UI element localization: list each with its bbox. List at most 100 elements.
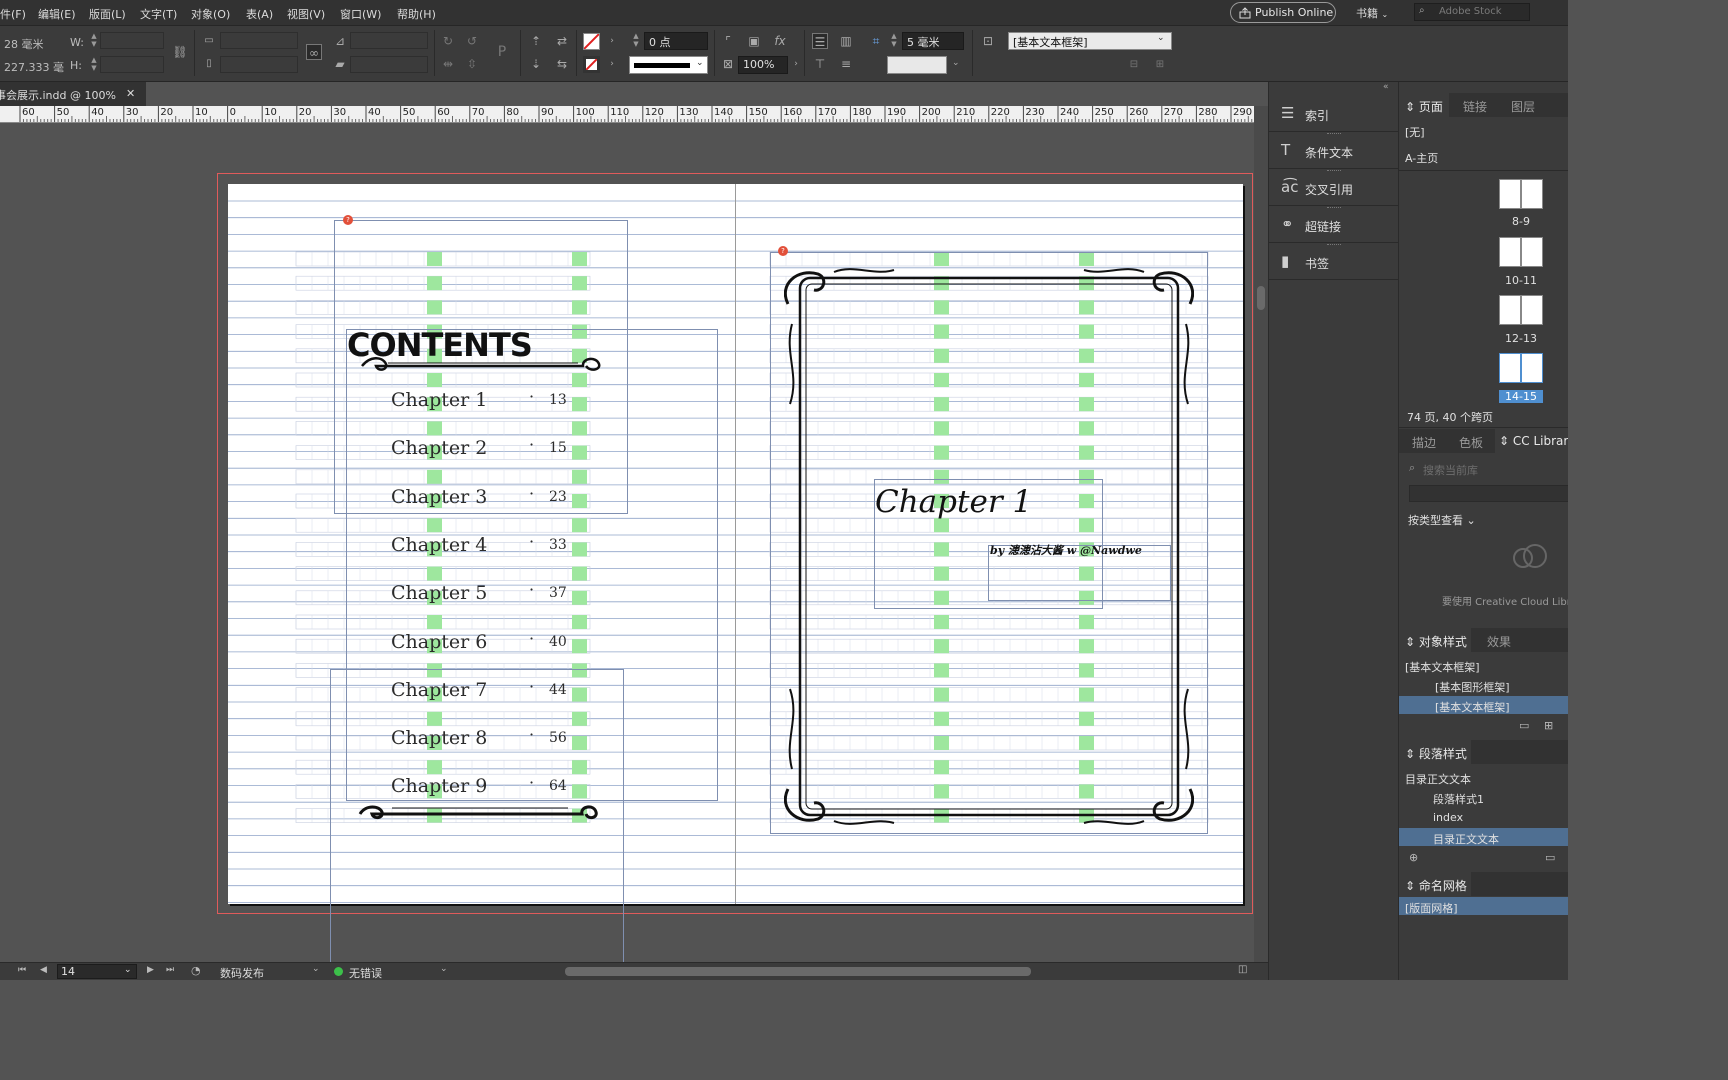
next-page-icon[interactable]: ▶ bbox=[147, 965, 154, 975]
page-thumbnail[interactable] bbox=[1499, 237, 1521, 267]
first-page-icon[interactable]: ⏮ bbox=[18, 965, 26, 975]
master-a[interactable]: A-主页 bbox=[1405, 150, 1438, 166]
tab-pages[interactable]: ⇕ 页面 bbox=[1405, 98, 1443, 115]
page-thumbnail[interactable] bbox=[1521, 179, 1543, 209]
menu-help[interactable]: 帮助(H) bbox=[397, 6, 436, 22]
tab-cc-libraries[interactable]: ⇕ CC Libraries bbox=[1499, 434, 1568, 448]
select-container-icon[interactable]: ⇡ bbox=[528, 33, 544, 49]
fill-menu-icon[interactable]: › bbox=[604, 33, 620, 49]
chevron-down-icon[interactable]: ⌄ bbox=[312, 964, 320, 974]
tab-stroke[interactable]: 描边 bbox=[1412, 434, 1436, 451]
new-style-icon[interactable]: ⊕ bbox=[1409, 851, 1418, 864]
toc-entry[interactable]: Chapter 8 · 56 bbox=[391, 725, 581, 753]
stroke-type-select[interactable]: ⌄ bbox=[629, 56, 708, 74]
toc-entry[interactable]: Chapter 9 · 64 bbox=[391, 773, 581, 801]
overset-marker[interactable]: ? bbox=[778, 246, 788, 256]
redefine-style-icon[interactable]: ⊞ bbox=[1152, 57, 1168, 73]
page-thumbnail[interactable] bbox=[1499, 295, 1521, 325]
overset-marker[interactable]: ? bbox=[343, 215, 353, 225]
text-frame-columns-icon[interactable]: ▥ bbox=[838, 33, 854, 49]
stroke-menu-icon[interactable]: › bbox=[604, 56, 620, 72]
workspace-switcher[interactable]: 书籍 ⌄ bbox=[1356, 5, 1388, 21]
chapter-byline[interactable]: by 漶漶沾大酱 w @Nawdwe bbox=[990, 542, 1142, 558]
gutter-field[interactable]: 5 毫米 bbox=[902, 32, 964, 50]
tab-object-styles[interactable]: ⇕ 对象样式 bbox=[1405, 633, 1467, 650]
drop-shadow-icon[interactable]: ▣ bbox=[746, 33, 762, 49]
preflight-profile[interactable]: 数码发布 bbox=[220, 965, 264, 981]
tab-swatches[interactable]: 色板 bbox=[1459, 434, 1483, 451]
spread[interactable]: CONTENTS Chapter 1 · 13 Chapter 2 · 15 Chapter… bbox=[228, 184, 1243, 962]
panel-hyperlinks[interactable]: ⚭ 超链接 bbox=[1269, 206, 1399, 243]
h-stepper[interactable]: ▲ ▼ bbox=[90, 56, 98, 72]
document-tab[interactable]: 故事会展示.indd @ 100% ✕ bbox=[0, 82, 146, 106]
tab-paragraph-styles[interactable]: ⇕ 段落样式 bbox=[1405, 745, 1467, 762]
tab-effects[interactable]: 效果 bbox=[1487, 633, 1511, 650]
master-none[interactable]: [无] bbox=[1405, 124, 1425, 140]
contents-title[interactable]: CONTENTS bbox=[347, 326, 533, 364]
scale-x-field[interactable] bbox=[220, 32, 298, 49]
library-search-placeholder[interactable]: 搜索当前库 bbox=[1423, 462, 1478, 478]
named-grid-item-selected[interactable]: [版面网格] bbox=[1399, 897, 1568, 915]
toc-entry[interactable]: Chapter 6 · 40 bbox=[391, 629, 581, 657]
y-value[interactable]: 227.333 毫 bbox=[4, 59, 64, 75]
opacity-menu-icon[interactable]: › bbox=[788, 56, 804, 72]
paragraph-style-item[interactable]: 段落样式1 bbox=[1433, 791, 1484, 807]
constrain-proportions-icon[interactable]: ⛓ bbox=[172, 44, 188, 60]
last-page-icon[interactable]: ⏭ bbox=[166, 965, 174, 975]
scale-y-field[interactable] bbox=[220, 56, 298, 73]
panel-index[interactable]: ☰ 索引 bbox=[1269, 95, 1399, 132]
menu-table[interactable]: 表(A) bbox=[246, 6, 273, 22]
collapse-icon[interactable]: « bbox=[1383, 82, 1389, 92]
menu-type[interactable]: 文字(T) bbox=[140, 6, 177, 22]
page-number-field[interactable]: 14 ⌄ bbox=[57, 964, 137, 979]
select-next-icon[interactable]: ⇆ bbox=[554, 56, 570, 72]
h-field[interactable] bbox=[100, 56, 164, 73]
rotate-ccw-icon[interactable]: ↺ bbox=[464, 33, 480, 49]
menu-edit[interactable]: 编辑(E) bbox=[38, 6, 76, 22]
frame-preview-swatch[interactable] bbox=[887, 56, 947, 74]
toc-entry[interactable]: Chapter 5 · 37 bbox=[391, 580, 581, 608]
adobe-stock-search[interactable]: ⌕ Adobe Stock bbox=[1414, 3, 1530, 21]
corner-options-icon[interactable]: ⌜ bbox=[720, 33, 736, 49]
stroke-weight-stepper[interactable]: ▲ ▼ bbox=[632, 32, 640, 48]
shear-field[interactable] bbox=[350, 56, 428, 73]
panel-cross-references[interactable]: a͡c 交叉引用 bbox=[1269, 169, 1399, 206]
flip-vertical-icon[interactable]: ⇳ bbox=[464, 56, 480, 72]
view-by-type-button[interactable]: 按类型查看 ⌄ bbox=[1408, 512, 1476, 528]
tab-layers[interactable]: 图层 bbox=[1511, 98, 1535, 115]
select-prev-icon[interactable]: ⇄ bbox=[554, 33, 570, 49]
page-thumbnail[interactable] bbox=[1521, 295, 1543, 325]
toc-entry[interactable]: Chapter 7 · 44 bbox=[391, 677, 581, 705]
w-stepper[interactable]: ▲ ▼ bbox=[90, 32, 98, 48]
close-icon[interactable]: ✕ bbox=[126, 87, 135, 100]
object-style-item[interactable]: [基本图形框架] bbox=[1435, 679, 1510, 695]
fill-swatch[interactable] bbox=[583, 33, 600, 50]
tab-links[interactable]: 链接 bbox=[1463, 98, 1487, 115]
toc-entry[interactable]: Chapter 4 · 33 bbox=[391, 532, 581, 560]
flip-horizontal-icon[interactable]: ⇹ bbox=[440, 56, 456, 72]
align-top-icon[interactable]: ⊤ bbox=[812, 56, 828, 72]
folder-icon[interactable]: ▭ bbox=[1545, 851, 1555, 864]
vertical-scrollbar[interactable] bbox=[1254, 106, 1268, 962]
toc-entry[interactable]: Chapter 2 · 15 bbox=[391, 435, 581, 463]
vertical-scrollbar-thumb[interactable] bbox=[1257, 286, 1265, 310]
menu-view[interactable]: 视图(V) bbox=[287, 6, 325, 22]
object-style-item-selected[interactable]: [基本文本框架] bbox=[1399, 696, 1568, 714]
auto-size-icon[interactable]: ⌗ bbox=[868, 33, 884, 49]
document-canvas[interactable]: CONTENTS Chapter 1 · 13 Chapter 2 · 15 Chapter… bbox=[0, 123, 1254, 962]
folder-icon[interactable]: ▭ bbox=[1519, 719, 1529, 732]
stroke-swatch[interactable] bbox=[583, 56, 600, 73]
menu-object[interactable]: 对象(O) bbox=[191, 6, 230, 22]
tab-named-grids[interactable]: ⇕ 命名网格 bbox=[1405, 877, 1467, 894]
page-thumbnail-selected[interactable] bbox=[1499, 353, 1521, 383]
paragraph-style-item[interactable]: index bbox=[1433, 811, 1463, 824]
menu-file[interactable]: 件(F) bbox=[0, 6, 26, 22]
x-value[interactable]: 28 毫米 bbox=[4, 36, 44, 52]
chapter-title[interactable]: Chapter 1 bbox=[875, 484, 1032, 520]
split-window-icon[interactable]: ◫ bbox=[1238, 964, 1247, 975]
select-content-icon[interactable]: ⇣ bbox=[528, 56, 544, 72]
fx-effects-icon[interactable]: fx bbox=[772, 33, 788, 49]
panel-conditional-text[interactable]: T 条件文本 bbox=[1269, 132, 1399, 169]
toc-entry[interactable]: Chapter 1 · 13 bbox=[391, 387, 581, 415]
page-thumbnail[interactable] bbox=[1499, 179, 1521, 209]
